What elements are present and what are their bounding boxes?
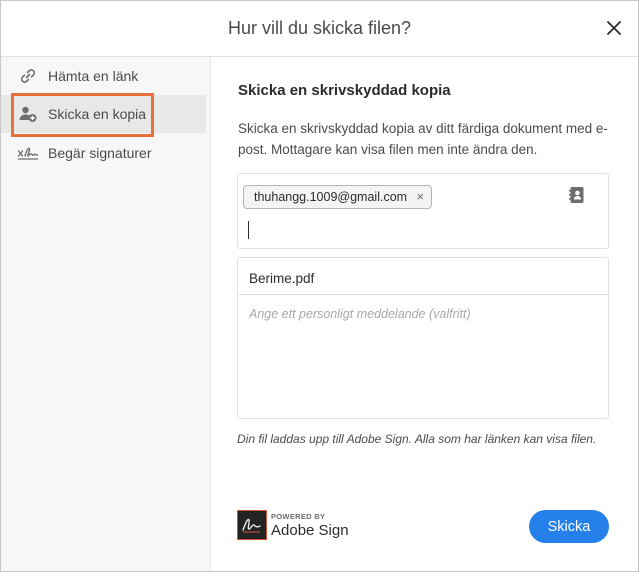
sidebar-item-label: Skicka en kopia xyxy=(48,106,147,122)
adobe-sign-logo-icon xyxy=(237,510,267,540)
text-caret xyxy=(248,221,249,239)
close-icon xyxy=(607,21,621,35)
address-book-icon xyxy=(569,187,584,203)
main-panel: Skicka en skrivskyddad kopia Skicka en s… xyxy=(212,58,638,571)
sidebar-item-get-link[interactable]: Hämta en länk xyxy=(1,57,206,95)
add-person-icon xyxy=(17,104,39,124)
send-button[interactable]: Skicka xyxy=(529,510,609,543)
dialog-header: Hur vill du skicka filen? xyxy=(1,1,638,57)
close-button[interactable] xyxy=(604,18,624,38)
share-dialog: Hur vill du skicka filen? Hämta en länk xyxy=(0,0,639,572)
powered-by-label: POWERED BY xyxy=(271,512,326,521)
brand-name: Adobe Sign xyxy=(271,522,349,539)
recipient-chip: thuhangg.1009@gmail.com × xyxy=(243,185,433,209)
recipient-input[interactable] xyxy=(244,216,544,242)
upload-note: Din fil laddas upp till Adobe Sign. Alla… xyxy=(237,432,597,446)
message-panel: Berime.pdf xyxy=(237,257,609,419)
dialog-title: Hur vill du skicka filen? xyxy=(227,18,412,38)
sidebar: Hämta en länk Skicka en kopia Begär sign… xyxy=(1,57,211,571)
section-description: Skicka en skrivskyddad kopia av ditt fär… xyxy=(238,121,608,157)
address-book-button[interactable] xyxy=(569,186,585,204)
sidebar-item-send-copy[interactable]: Skicka en kopia xyxy=(1,95,206,133)
sidebar-item-label: Hämta en länk xyxy=(48,68,139,84)
remove-recipient-button[interactable]: × xyxy=(416,186,424,208)
section-title: Skicka en skrivskyddad kopia xyxy=(238,82,451,99)
sidebar-item-request-signatures[interactable]: Begär signaturer xyxy=(1,134,206,172)
sidebar-item-label: Begär signaturer xyxy=(48,145,152,161)
file-name: Berime.pdf xyxy=(238,258,608,295)
adobe-sign-brand: POWERED BY Adobe Sign xyxy=(237,510,357,542)
recipient-email: thuhangg.1009@gmail.com xyxy=(254,190,408,204)
signature-icon xyxy=(17,143,39,163)
link-icon xyxy=(17,66,39,86)
personal-message-input[interactable] xyxy=(249,307,594,407)
recipient-field[interactable]: thuhangg.1009@gmail.com × xyxy=(237,173,609,249)
